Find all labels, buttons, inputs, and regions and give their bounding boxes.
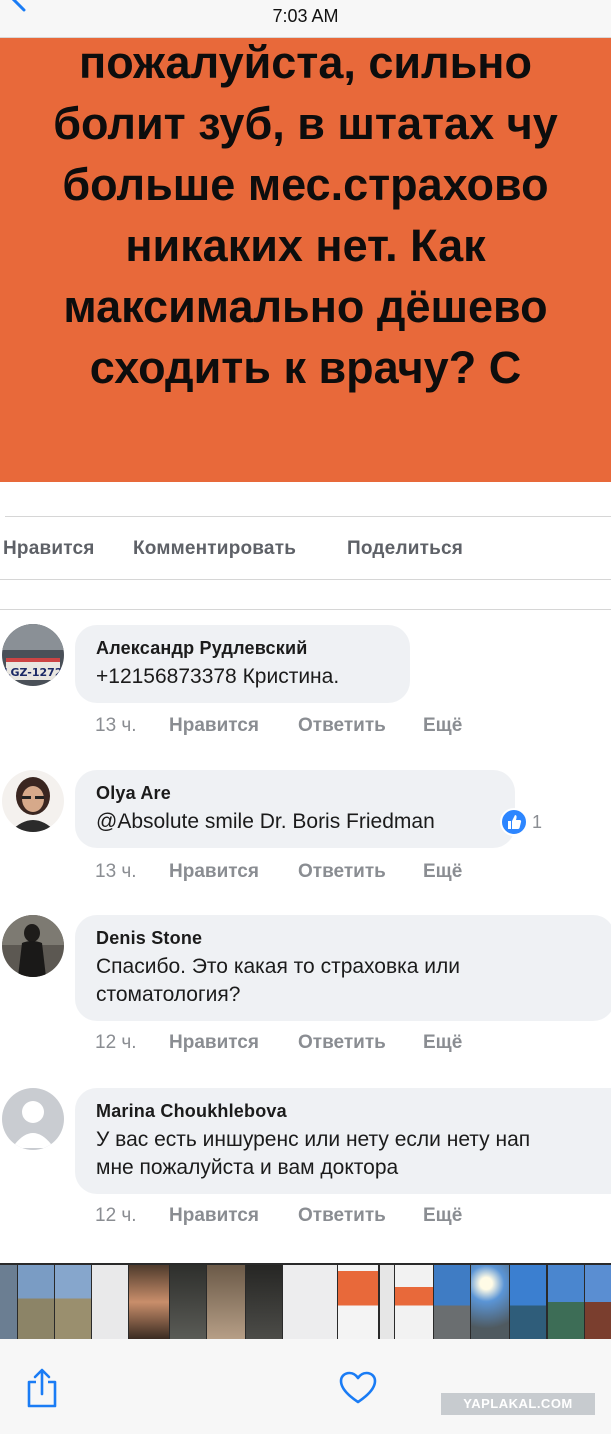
comment-reply-button[interactable]: Ответить bbox=[298, 1032, 386, 1054]
status-bar: 7:03 AM bbox=[0, 0, 611, 38]
thumbs-up-icon bbox=[500, 808, 528, 836]
comment-reply-button[interactable]: Ответить bbox=[298, 1205, 386, 1227]
comment-author[interactable]: Denis Stone bbox=[96, 927, 595, 949]
photo-thumbnail[interactable] bbox=[380, 1265, 394, 1339]
heart-icon[interactable] bbox=[339, 1371, 377, 1405]
comment-reply-button[interactable]: Ответить bbox=[298, 861, 386, 883]
divider bbox=[0, 579, 611, 580]
photo-thumbnail[interactable] bbox=[55, 1265, 91, 1339]
photo-thumbnail-strip[interactable] bbox=[0, 1263, 611, 1339]
watermark: YAPLAKAL.COM bbox=[441, 1393, 595, 1415]
reaction-badge[interactable]: 1 bbox=[500, 808, 542, 836]
photo-thumbnail[interactable] bbox=[246, 1265, 282, 1339]
post-action-bar: Нравится Комментировать Поделиться bbox=[0, 528, 611, 572]
comment-author[interactable]: Александр Рудлевский bbox=[96, 637, 390, 659]
comment-more-button[interactable]: Ещё bbox=[423, 1032, 462, 1054]
post-line: никаких нет. Как bbox=[125, 220, 486, 271]
avatar[interactable] bbox=[2, 915, 64, 977]
comment-like-button[interactable]: Нравится bbox=[169, 861, 259, 883]
comment-bubble[interactable]: Marina Choukhlebova У вас есть иншуренс … bbox=[75, 1088, 611, 1194]
comment-text-line: У вас есть иншуренс или нету если нету н… bbox=[96, 1128, 531, 1151]
comment-text: +12156873378 Кристина. bbox=[96, 665, 340, 688]
photo-thumbnail[interactable] bbox=[92, 1265, 128, 1339]
comment-button[interactable]: Комментировать bbox=[133, 538, 296, 560]
comment-bubble[interactable]: Denis Stone Спасибо. Это какая то страхо… bbox=[75, 915, 611, 1021]
comment-bubble[interactable]: Александр Рудлевский +12156873378 Кристи… bbox=[75, 625, 410, 703]
divider bbox=[5, 516, 611, 517]
comment-time[interactable]: 13 ч. bbox=[95, 861, 137, 883]
avatar[interactable] bbox=[2, 1088, 64, 1150]
post-line: пожалуйста, сильно bbox=[79, 38, 532, 88]
photo-thumbnail[interactable] bbox=[129, 1265, 169, 1339]
comment-like-button[interactable]: Нравится bbox=[169, 715, 259, 737]
status-time: 7:03 AM bbox=[272, 6, 339, 26]
photo-thumbnail[interactable] bbox=[585, 1265, 611, 1339]
comment-more-button[interactable]: Ещё bbox=[423, 1205, 462, 1227]
photo-thumbnail[interactable] bbox=[471, 1265, 509, 1339]
woman-portrait-avatar-icon bbox=[2, 770, 64, 832]
post-line: сходить к врачу? С bbox=[89, 342, 522, 393]
share-button[interactable]: Поделиться bbox=[347, 538, 463, 560]
post-image-text: пожалуйста, сильно болит зуб, в штатах ч… bbox=[0, 38, 611, 398]
photo-thumbnail[interactable] bbox=[510, 1265, 546, 1339]
post-line: больше мес.страхово bbox=[62, 159, 549, 210]
comment-author[interactable]: Marina Choukhlebova bbox=[96, 1100, 595, 1122]
comment-bubble[interactable]: Olya Are @Absolute smile Dr. Boris Fried… bbox=[75, 770, 515, 848]
comment-text-line: мне пожалуйста и вам доктора bbox=[96, 1156, 399, 1179]
comment-time[interactable]: 13 ч. bbox=[95, 715, 137, 737]
photo-thumbnail[interactable] bbox=[548, 1265, 584, 1339]
comment-text-line: Спасибо. Это какая то страховка или bbox=[96, 955, 461, 978]
post-image[interactable]: пожалуйста, сильно болит зуб, в штатах ч… bbox=[0, 38, 611, 482]
photo-thumbnail[interactable] bbox=[434, 1265, 470, 1339]
divider bbox=[0, 609, 611, 610]
photo-thumbnail[interactable] bbox=[283, 1265, 337, 1339]
comment-like-button[interactable]: Нравится bbox=[169, 1032, 259, 1054]
comment-like-button[interactable]: Нравится bbox=[169, 1205, 259, 1227]
photo-thumbnail[interactable] bbox=[18, 1265, 54, 1339]
comment-author[interactable]: Olya Are bbox=[96, 782, 495, 804]
bottom-toolbar bbox=[0, 1339, 611, 1434]
photo-thumbnail[interactable] bbox=[170, 1265, 206, 1339]
post-line: болит зуб, в штатах чу bbox=[53, 98, 558, 149]
like-button[interactable]: Нравится bbox=[3, 538, 95, 560]
default-person-avatar-icon bbox=[2, 1088, 64, 1150]
share-icon[interactable] bbox=[24, 1368, 60, 1408]
comment-time[interactable]: 12 ч. bbox=[95, 1205, 137, 1227]
photo-thumbnail[interactable] bbox=[338, 1265, 378, 1339]
comment-reply-button[interactable]: Ответить bbox=[298, 715, 386, 737]
photo-thumbnail[interactable] bbox=[0, 1265, 17, 1339]
photo-thumbnail[interactable] bbox=[395, 1265, 433, 1339]
comment-time[interactable]: 12 ч. bbox=[95, 1032, 137, 1054]
comment-more-button[interactable]: Ещё bbox=[423, 861, 462, 883]
photo-thumbnail[interactable] bbox=[207, 1265, 245, 1339]
comment-text: @Absolute smile Dr. Boris Friedman bbox=[96, 810, 435, 833]
comment-more-button[interactable]: Ещё bbox=[423, 715, 462, 737]
man-portrait-avatar-icon bbox=[2, 915, 64, 977]
plate-text: LGZ-1272 bbox=[3, 666, 62, 679]
comment-text-line: стоматология? bbox=[96, 983, 241, 1006]
avatar[interactable] bbox=[2, 770, 64, 832]
reaction-count: 1 bbox=[532, 811, 543, 832]
avatar[interactable]: LGZ-1272 bbox=[2, 624, 64, 686]
post-line: максимально дёшево bbox=[63, 281, 548, 332]
license-plate-avatar-icon: LGZ-1272 bbox=[2, 624, 64, 686]
